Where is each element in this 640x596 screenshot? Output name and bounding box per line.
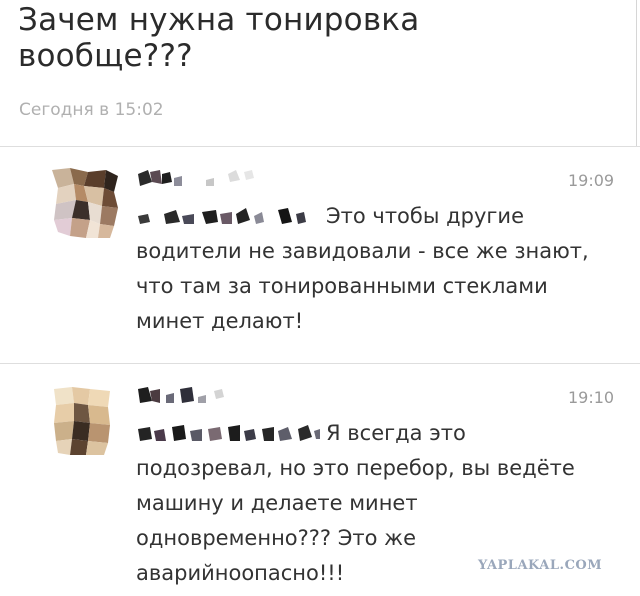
comment-text: Это чтобы другие водители не завидовали … (136, 204, 589, 333)
post-title: Зачем нужна тонировка вообще??? (18, 2, 420, 74)
username-redacted (138, 387, 224, 403)
username-redacted (138, 170, 254, 186)
avatar[interactable] (48, 166, 122, 240)
comment-item: 19:09 Это чтобы другие водители не завид… (0, 146, 640, 340)
vertical-border (636, 0, 637, 146)
comment-time: 19:10 (568, 388, 615, 407)
watermark: YAPLAKAL.COM (478, 558, 603, 573)
post-timestamp: Сегодня в 15:02 (19, 100, 164, 120)
avatar[interactable] (48, 383, 122, 457)
comment-time: 19:09 (568, 171, 615, 190)
